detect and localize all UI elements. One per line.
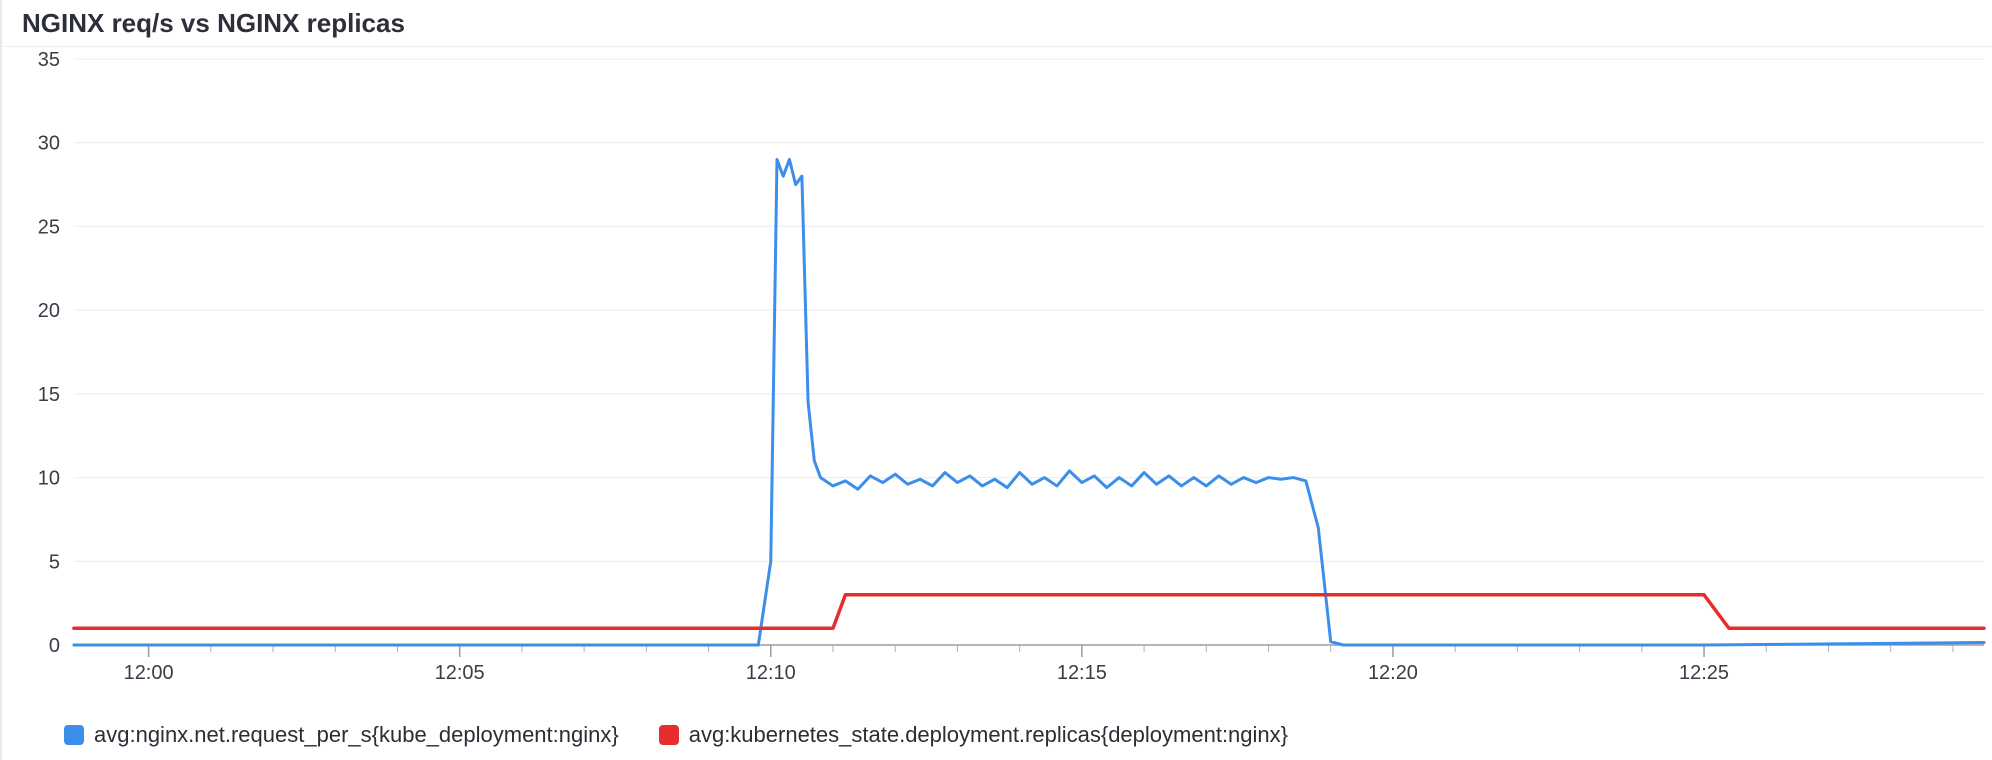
svg-text:10: 10 <box>38 468 60 490</box>
svg-text:0: 0 <box>49 635 60 657</box>
svg-text:35: 35 <box>38 49 60 71</box>
legend-label-series2: avg:kubernetes_state.deployment.replicas… <box>689 722 1288 748</box>
svg-text:30: 30 <box>38 133 60 155</box>
svg-text:12:15: 12:15 <box>1057 662 1107 684</box>
chart-area[interactable]: 0 5 10 15 20 25 30 35 12:00 12:05 12:10 12:15 12:20… <box>2 47 1992 701</box>
svg-text:12:10: 12:10 <box>746 662 796 684</box>
svg-text:20: 20 <box>38 300 60 322</box>
legend-swatch-blue <box>64 725 84 745</box>
legend-item-series2[interactable]: avg:kubernetes_state.deployment.replicas… <box>659 722 1288 748</box>
legend-item-series1[interactable]: avg:nginx.net.request_per_s{kube_deploym… <box>64 722 619 748</box>
svg-text:15: 15 <box>38 384 60 406</box>
svg-text:12:00: 12:00 <box>124 662 174 684</box>
chart-title: NGINX req/s vs NGINX replicas <box>22 8 405 39</box>
svg-text:25: 25 <box>38 216 60 238</box>
svg-text:12:20: 12:20 <box>1368 662 1418 684</box>
legend-swatch-red <box>659 725 679 745</box>
title-bar: NGINX req/s vs NGINX replicas <box>2 0 1992 47</box>
chart-svg: 0 5 10 15 20 25 30 35 12:00 12:05 12:10 12:15 12:20… <box>2 47 1992 701</box>
svg-text:12:25: 12:25 <box>1679 662 1729 684</box>
legend: avg:nginx.net.request_per_s{kube_deploym… <box>64 722 1288 748</box>
svg-text:5: 5 <box>49 551 60 573</box>
chart-panel: NGINX req/s vs NGINX replicas 0 5 10 15 20 25… <box>0 0 1992 760</box>
svg-text:12:05: 12:05 <box>435 662 485 684</box>
legend-label-series1: avg:nginx.net.request_per_s{kube_deploym… <box>94 722 619 748</box>
